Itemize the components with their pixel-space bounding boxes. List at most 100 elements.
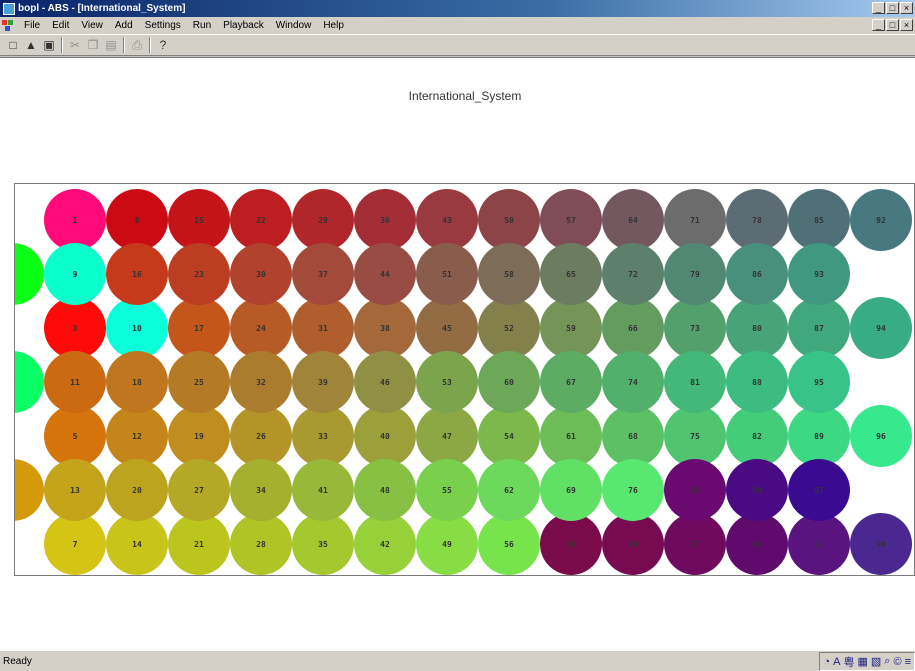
node-9[interactable]: 9: [44, 243, 106, 305]
node-28[interactable]: 28: [230, 513, 292, 575]
doc-minimize-button[interactable]: _: [872, 19, 885, 31]
node-60[interactable]: 60: [478, 351, 540, 413]
node-10[interactable]: 10: [106, 297, 168, 359]
minimize-button[interactable]: _: [872, 2, 885, 14]
node-39[interactable]: 39: [292, 351, 354, 413]
open-folder-icon[interactable]: ▲: [22, 36, 40, 54]
node-43[interactable]: 43: [416, 189, 478, 251]
node-11[interactable]: 11: [44, 351, 106, 413]
menu-view[interactable]: View: [75, 20, 109, 31]
tray-icon[interactable]: ©: [893, 656, 901, 668]
maximize-button[interactable]: □: [886, 2, 899, 14]
node-54[interactable]: 54: [478, 405, 540, 467]
node-6[interactable]: 6: [15, 459, 44, 521]
node-16[interactable]: 16: [106, 243, 168, 305]
node-49[interactable]: 49: [416, 513, 478, 575]
node-55[interactable]: 55: [416, 459, 478, 521]
menu-edit[interactable]: Edit: [46, 20, 75, 31]
document-icon[interactable]: [2, 19, 16, 32]
tray-icon[interactable]: ⌕: [884, 655, 890, 668]
node-72[interactable]: 72: [602, 243, 664, 305]
node-25[interactable]: 25: [168, 351, 230, 413]
menu-run[interactable]: Run: [187, 20, 217, 31]
node-67[interactable]: 67: [540, 351, 602, 413]
node-36[interactable]: 36: [354, 189, 416, 251]
node-90[interactable]: 90: [726, 459, 788, 521]
node-24[interactable]: 24: [230, 297, 292, 359]
new-file-icon[interactable]: □: [4, 36, 22, 54]
node-51[interactable]: 51: [416, 243, 478, 305]
node-45[interactable]: 45: [416, 297, 478, 359]
node-47[interactable]: 47: [416, 405, 478, 467]
print-icon[interactable]: ⎙: [128, 36, 146, 54]
node-42[interactable]: 42: [354, 513, 416, 575]
menu-add[interactable]: Add: [109, 20, 139, 31]
node-58[interactable]: 58: [478, 243, 540, 305]
node-37[interactable]: 37: [292, 243, 354, 305]
node-85[interactable]: 85: [788, 189, 850, 251]
node-32[interactable]: 32: [230, 351, 292, 413]
node-75[interactable]: 75: [664, 405, 726, 467]
node-83[interactable]: 83: [664, 459, 726, 521]
node-14[interactable]: 14: [106, 513, 168, 575]
node-50[interactable]: 50: [478, 189, 540, 251]
node-29[interactable]: 29: [292, 189, 354, 251]
node-41[interactable]: 41: [292, 459, 354, 521]
node-62[interactable]: 62: [478, 459, 540, 521]
node-66[interactable]: 66: [602, 297, 664, 359]
node-63[interactable]: 63: [540, 513, 602, 575]
node-77[interactable]: 77: [664, 513, 726, 575]
node-22[interactable]: 22: [230, 189, 292, 251]
node-8[interactable]: 8: [106, 189, 168, 251]
node-17[interactable]: 17: [168, 297, 230, 359]
doc-restore-button[interactable]: □: [886, 19, 899, 31]
node-46[interactable]: 46: [354, 351, 416, 413]
node-35[interactable]: 35: [292, 513, 354, 575]
node-65[interactable]: 65: [540, 243, 602, 305]
node-97[interactable]: 97: [788, 459, 850, 521]
save-icon[interactable]: ▣: [40, 36, 58, 54]
node-52[interactable]: 52: [478, 297, 540, 359]
node-69[interactable]: 69: [540, 459, 602, 521]
node-64[interactable]: 64: [602, 189, 664, 251]
node-82[interactable]: 82: [726, 405, 788, 467]
node-81[interactable]: 81: [664, 351, 726, 413]
doc-close-button[interactable]: ×: [900, 19, 913, 31]
node-31[interactable]: 31: [292, 297, 354, 359]
node-87[interactable]: 87: [788, 297, 850, 359]
node-86[interactable]: 86: [726, 243, 788, 305]
node-79[interactable]: 79: [664, 243, 726, 305]
tray-icon[interactable]: 粤: [843, 654, 854, 670]
node-70[interactable]: 70: [602, 513, 664, 575]
node-34[interactable]: 34: [230, 459, 292, 521]
node-18[interactable]: 18: [106, 351, 168, 413]
node-80[interactable]: 80: [726, 297, 788, 359]
node-71[interactable]: 71: [664, 189, 726, 251]
node-2[interactable]: 2: [15, 243, 44, 305]
node-5[interactable]: 5: [44, 405, 106, 467]
node-48[interactable]: 48: [354, 459, 416, 521]
close-button[interactable]: ×: [900, 2, 913, 14]
tray-icon[interactable]: ≡: [905, 656, 911, 668]
tray-icon[interactable]: A: [833, 656, 840, 668]
node-61[interactable]: 61: [540, 405, 602, 467]
node-98[interactable]: 98: [850, 513, 912, 575]
node-33[interactable]: 33: [292, 405, 354, 467]
tray-icon[interactable]: ▧: [871, 655, 881, 668]
node-57[interactable]: 57: [540, 189, 602, 251]
node-68[interactable]: 68: [602, 405, 664, 467]
node-91[interactable]: 91: [788, 513, 850, 575]
node-13[interactable]: 13: [44, 459, 106, 521]
node-26[interactable]: 26: [230, 405, 292, 467]
node-96[interactable]: 96: [850, 405, 912, 467]
cut-icon[interactable]: ✂: [66, 36, 84, 54]
menu-file[interactable]: File: [18, 20, 46, 31]
node-76[interactable]: 76: [602, 459, 664, 521]
node-40[interactable]: 40: [354, 405, 416, 467]
node-19[interactable]: 19: [168, 405, 230, 467]
node-73[interactable]: 73: [664, 297, 726, 359]
node-12[interactable]: 12: [106, 405, 168, 467]
menu-help[interactable]: Help: [317, 20, 350, 31]
node-59[interactable]: 59: [540, 297, 602, 359]
node-92[interactable]: 92: [850, 189, 912, 251]
